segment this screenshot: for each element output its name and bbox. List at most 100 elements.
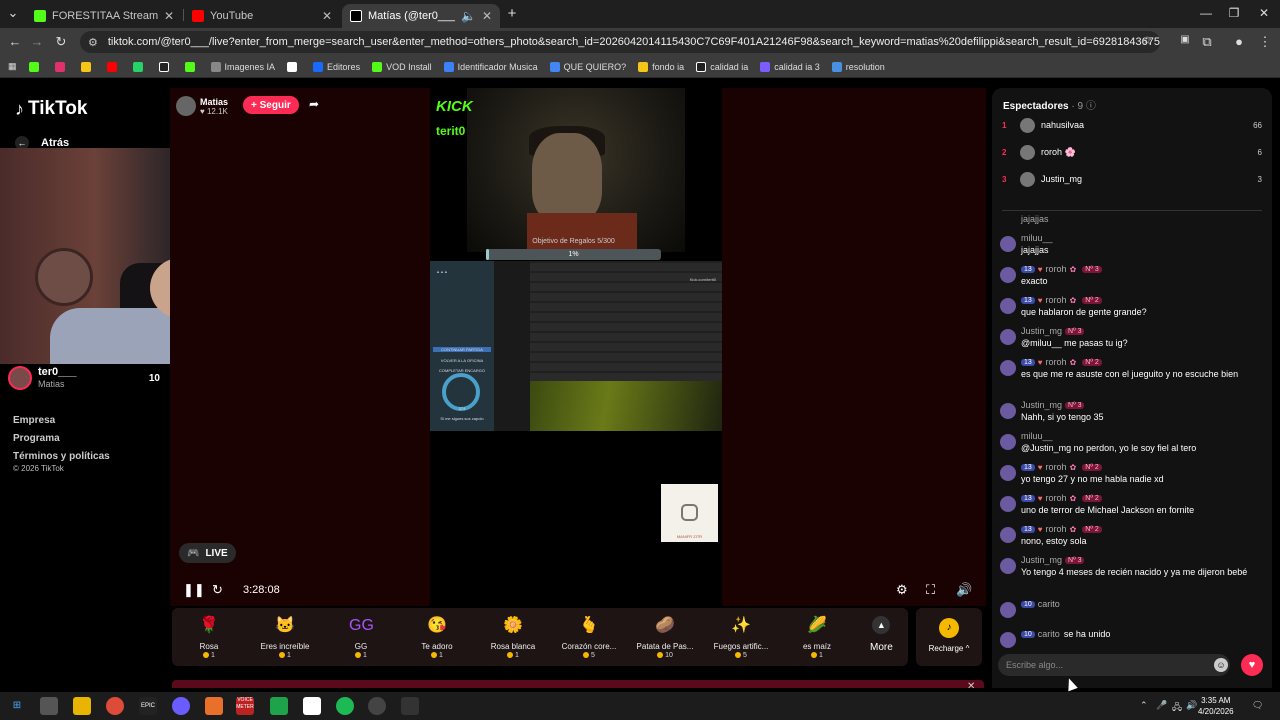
chat-avatar[interactable]	[1000, 236, 1016, 252]
tiktok-logo[interactable]: ♪ TikTok	[15, 98, 87, 120]
chat-input[interactable]: Escribe algo...	[998, 654, 1230, 676]
site-info-icon[interactable]: ⚙	[88, 36, 98, 49]
chat-username[interactable]: miluu__	[1021, 431, 1053, 441]
extension-icon[interactable]: ▣	[1176, 34, 1194, 45]
bookmark-item[interactable]: VOD Install	[372, 61, 432, 72]
back-arrow-icon[interactable]: ←	[6, 34, 24, 49]
chat-avatar[interactable]	[1000, 267, 1016, 283]
bookmark-item[interactable]: calidad ia	[696, 61, 748, 72]
chat-avatar[interactable]	[1000, 465, 1016, 481]
gift-item[interactable]: 🌽 es maíz 1	[780, 614, 854, 659]
tab-youtube[interactable]: YouTube ✕	[184, 4, 340, 28]
apps-grid-icon[interactable]: ▦	[8, 61, 17, 72]
gift-item[interactable]: 😘 Te adoro 1	[400, 614, 474, 659]
gift-item[interactable]: 🌹 Rosa 1	[172, 614, 246, 659]
gift-item[interactable]: ✨ Fuegos artific... 5	[704, 614, 778, 659]
speaker-icon[interactable]: 🔊	[1186, 700, 1197, 711]
notification-icon[interactable]: 🗨	[1252, 700, 1263, 711]
bookmark-item[interactable]: resolution	[831, 61, 885, 72]
bookmark-item[interactable]	[132, 61, 147, 72]
task-view-icon[interactable]	[40, 697, 58, 715]
system-clock[interactable]: 3:35 AM 4/20/2026	[1198, 695, 1234, 717]
emoji-icon[interactable]: ☺	[1214, 658, 1228, 672]
chat-username[interactable]: miluu__	[1021, 233, 1053, 243]
app-icon[interactable]	[270, 697, 288, 715]
gift-item[interactable]: 🌼 Rosa blanca 1	[476, 614, 550, 659]
mute-tab-icon[interactable]: 🔈	[461, 9, 476, 23]
chat-avatar[interactable]	[1000, 527, 1016, 543]
capcut-icon[interactable]	[303, 697, 321, 715]
chat-avatar[interactable]	[1000, 496, 1016, 512]
close-tab-icon[interactable]: ✕	[482, 9, 492, 23]
forward-arrow-icon[interactable]: →	[28, 34, 46, 49]
chat-username[interactable]: carito	[1038, 599, 1060, 609]
chat-username[interactable]: roroh	[1046, 264, 1067, 274]
chat-avatar[interactable]	[1000, 558, 1016, 574]
top-viewer-row[interactable]: 3 Justin_mg 3	[1002, 170, 1262, 188]
host-info[interactable]: Matias ♥ 12.1K	[176, 96, 228, 116]
obs-icon[interactable]	[368, 697, 386, 715]
footer-link-empresa[interactable]: Empresa	[13, 412, 110, 430]
tray-chevron-icon[interactable]: ⌃	[1140, 700, 1148, 711]
network-icon[interactable]: 🖧	[1172, 700, 1182, 716]
follow-button[interactable]: + Seguir	[243, 96, 299, 114]
volume-icon[interactable]: 🔊	[956, 582, 972, 598]
chat-username[interactable]: carito	[1038, 629, 1060, 639]
new-tab-button[interactable]: +	[503, 5, 521, 22]
settings-gear-icon[interactable]: ⚙	[896, 582, 908, 598]
spotify-icon[interactable]	[336, 697, 354, 715]
close-tab-icon[interactable]: ✕	[322, 9, 332, 23]
bookmark-item[interactable]: calidad ia 3	[760, 61, 820, 72]
chat-username[interactable]: Justin_mg	[1021, 326, 1062, 336]
gift-item[interactable]: 🥔 Patata de Pas... 10	[628, 614, 702, 659]
chat-avatar[interactable]	[1000, 602, 1016, 618]
refresh-icon[interactable]: ↻	[212, 582, 223, 598]
close-banner-icon[interactable]: ✕	[967, 681, 975, 688]
minimize-window-icon[interactable]: —	[1196, 6, 1216, 20]
profile-avatar-icon[interactable]: ●	[1230, 34, 1248, 49]
close-tab-icon[interactable]: ✕	[164, 9, 174, 23]
tab-tiktok-live[interactable]: Matías (@ter0___) está emi 🔈 ✕	[342, 4, 500, 28]
tab-forestitaa[interactable]: FORESTITAA Stream - Watch Li ✕	[26, 4, 182, 28]
footer-link-programa[interactable]: Programa	[13, 430, 110, 448]
bookmark-item[interactable]	[54, 61, 69, 72]
bookmark-item[interactable]: Identificador Musica	[443, 61, 538, 72]
streamer-card[interactable]: ter0___ Matias 10	[8, 366, 160, 394]
file-explorer-icon[interactable]	[73, 697, 91, 715]
bookmark-item[interactable]	[158, 61, 173, 72]
voicemeeter-icon[interactable]: VOICE METER	[236, 697, 254, 715]
bookmark-item[interactable]: Imagenes IA	[210, 61, 275, 72]
bookmark-item[interactable]	[80, 61, 95, 72]
top-viewer-row[interactable]: 1 nahusilvaa 66	[1002, 116, 1262, 134]
extensions-puzzle-icon[interactable]: ⧉	[1198, 34, 1216, 50]
chat-username[interactable]: roroh	[1046, 524, 1067, 534]
epic-games-icon[interactable]: EPIC	[139, 697, 157, 715]
bookmark-star-icon[interactable]: ☆	[1142, 34, 1152, 47]
chat-username[interactable]: roroh	[1046, 295, 1067, 305]
bookmark-item[interactable]	[287, 61, 301, 72]
chrome-icon[interactable]	[106, 697, 124, 715]
chat-username[interactable]: roroh	[1046, 357, 1067, 367]
windows-start-icon[interactable]: ⊞	[8, 697, 26, 715]
chat-avatar[interactable]	[1000, 329, 1016, 345]
top-viewer-row[interactable]: 2 roroh 🌸 6	[1002, 143, 1262, 161]
chat-username[interactable]: Justin_mg	[1021, 400, 1062, 410]
gift-item[interactable]: 🫰 Corazón core... 5	[552, 614, 626, 659]
restore-window-icon[interactable]: ❐	[1224, 6, 1244, 20]
gift-item[interactable]: GG GG 1	[324, 614, 398, 659]
bookmark-item[interactable]: fondo ia	[638, 61, 684, 72]
bookmark-item[interactable]: QUE QUIERO?	[549, 61, 626, 72]
pause-icon[interactable]: ❚❚	[183, 582, 205, 598]
bookmark-item[interactable]: Editores	[313, 61, 360, 72]
chat-avatar[interactable]	[1000, 434, 1016, 450]
fullscreen-icon[interactable]: ⛶	[926, 582, 935, 598]
chat-avatar[interactable]	[1000, 403, 1016, 419]
close-window-icon[interactable]: ✕	[1254, 6, 1274, 20]
info-icon[interactable]: ⓘ	[1086, 101, 1096, 112]
brave-icon[interactable]	[205, 697, 223, 715]
more-gifts-button[interactable]: ▲ More	[870, 616, 893, 653]
browser-menu-icon[interactable]: ⋮	[1256, 34, 1274, 50]
address-bar[interactable]: ⚙ tiktok.com/@ter0___/live?enter_from_me…	[80, 31, 1160, 53]
chat-username[interactable]: roroh	[1046, 462, 1067, 472]
bookmark-item[interactable]	[28, 61, 43, 72]
